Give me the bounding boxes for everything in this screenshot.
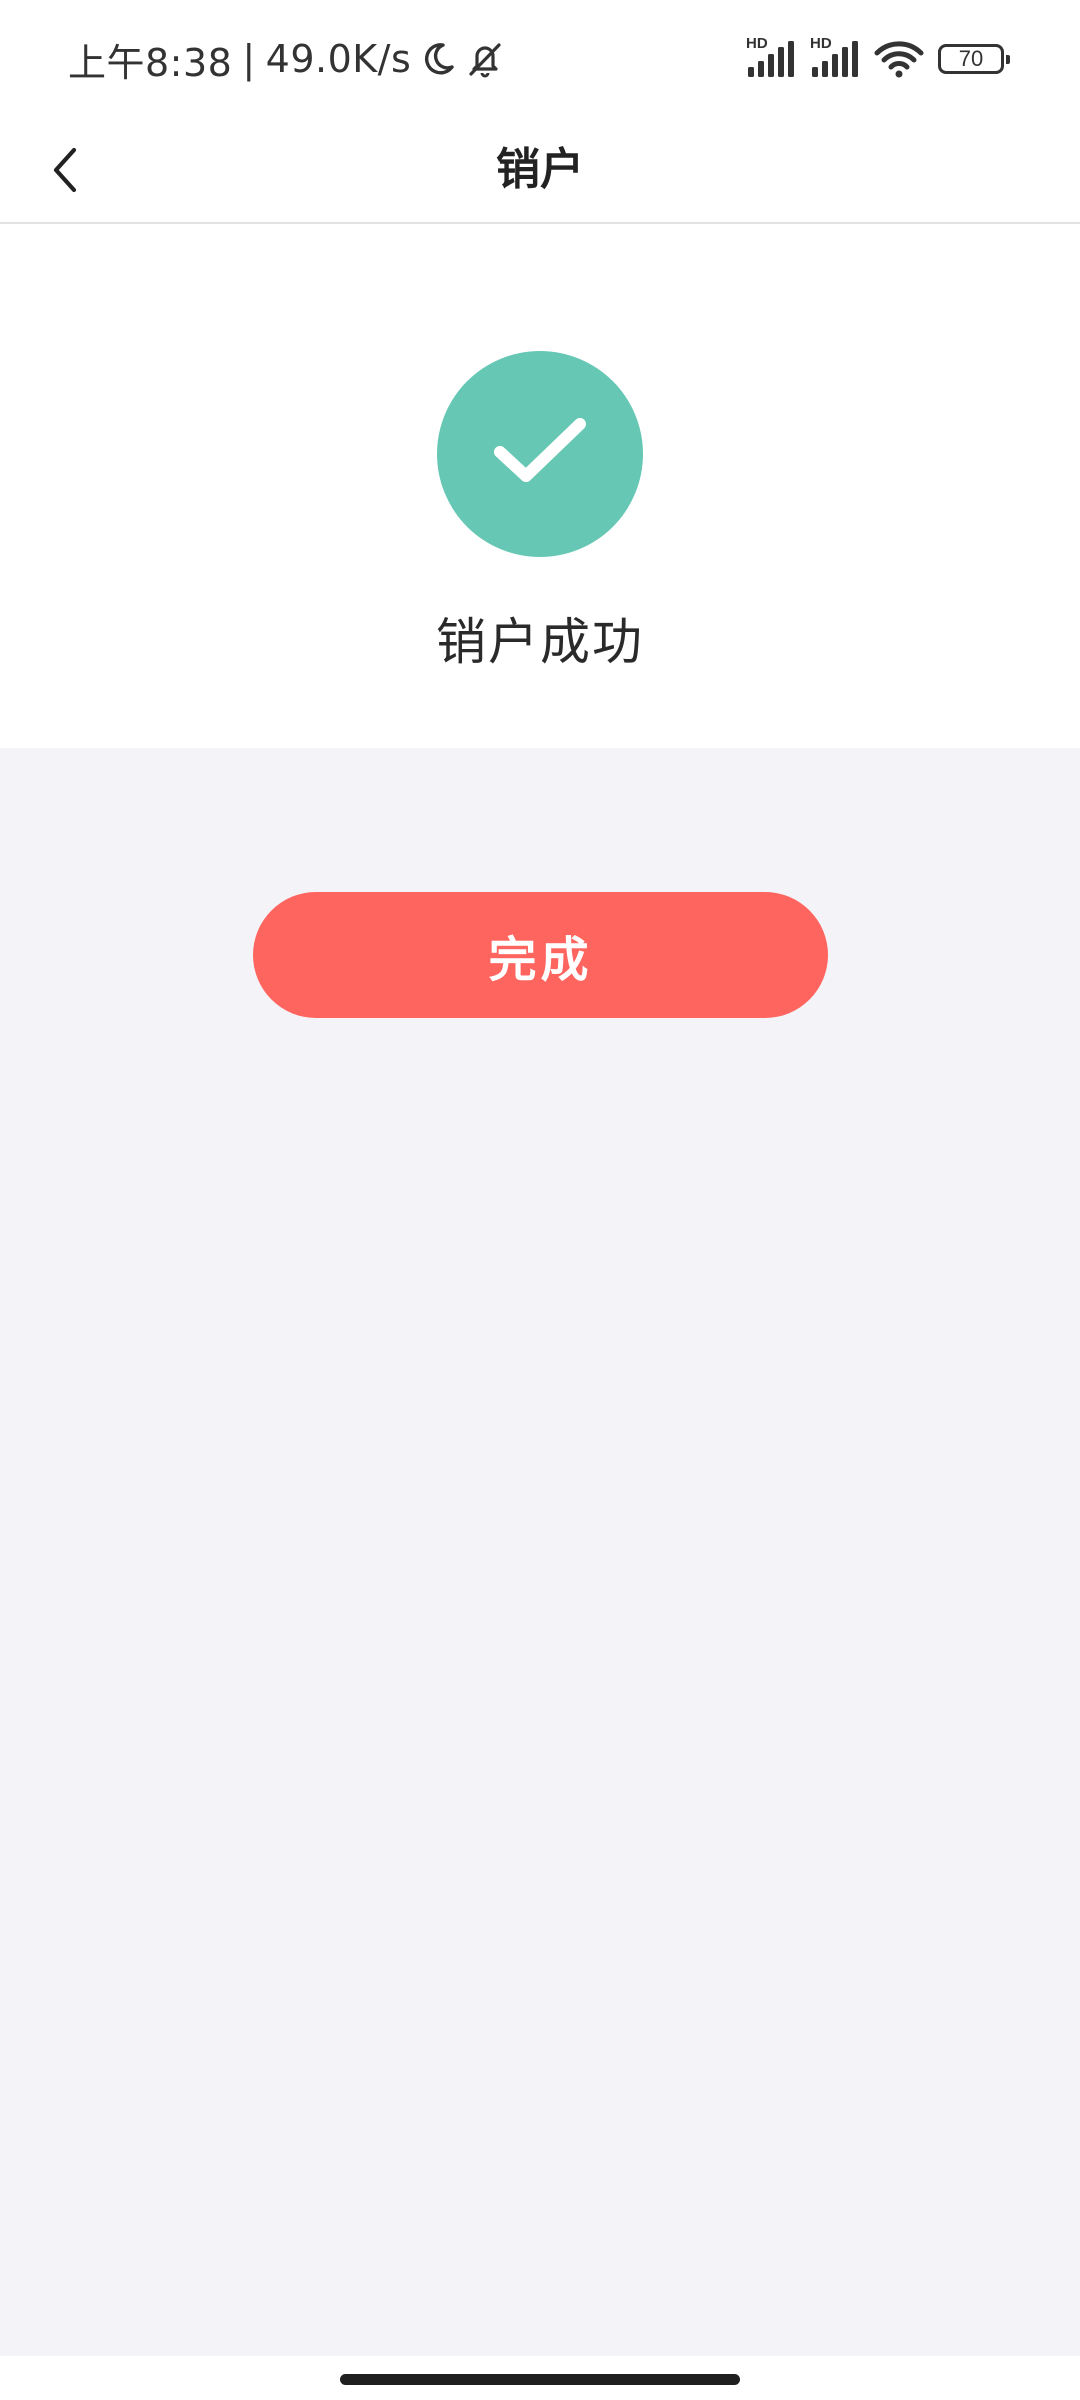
battery-icon: 70: [938, 44, 1010, 74]
status-bar: 上午8:38 | 49.0K/s HD HD 70: [0, 0, 1080, 118]
signal-icon: HD: [746, 35, 796, 79]
signal-hd-label: HD: [746, 35, 768, 52]
battery-level: 70: [958, 46, 984, 71]
signal-hd-label: HD: [810, 35, 832, 52]
status-left: 上午8:38 | 49.0K/s: [68, 30, 505, 88]
status-right: HD HD 70: [746, 34, 1010, 84]
gesture-area: [0, 2356, 1080, 2400]
moon-icon: [425, 43, 454, 75]
status-time: 上午8:38: [68, 40, 233, 85]
network-speed: 49.0K/s: [265, 37, 412, 81]
bell-off-icon: [469, 43, 501, 78]
result-message: 销户成功: [436, 613, 644, 671]
check-icon: [494, 418, 586, 482]
result-panel: 销户成功: [0, 224, 1080, 748]
page-title: 销户: [496, 144, 584, 195]
home-indicator[interactable]: [340, 2374, 740, 2385]
nav-bar: 销户: [0, 118, 1080, 224]
done-button[interactable]: 完成: [253, 892, 828, 1018]
wifi-icon: [874, 41, 924, 78]
status-separator: |: [242, 37, 256, 81]
signal-icon: HD: [810, 35, 860, 79]
success-status-circle: [437, 351, 643, 557]
